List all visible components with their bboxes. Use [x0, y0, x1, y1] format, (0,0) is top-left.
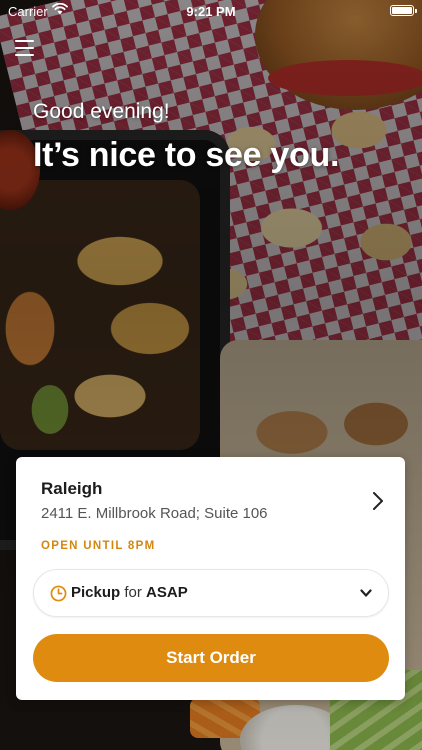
order-mode-selector[interactable]: Pickup for ASAP: [33, 569, 389, 617]
location-name: Raleigh: [41, 479, 103, 498]
battery-icon: [390, 5, 417, 16]
clock-time: 9:21 PM: [186, 4, 236, 19]
clock-icon: [50, 585, 67, 602]
status-bar: Carrier 9:21 PM: [0, 0, 422, 22]
greeting-text: Good evening!: [33, 100, 170, 123]
welcome-headline: It’s nice to see you.: [33, 136, 340, 174]
location-address: 2411 E. Millbrook Road; Suite 106: [41, 505, 268, 522]
order-mode-time: ASAP: [146, 584, 188, 601]
start-order-button[interactable]: Start Order: [33, 634, 389, 682]
order-mode-connector: for: [124, 584, 142, 601]
chevron-down-icon: [360, 589, 372, 597]
order-mode-type: Pickup: [71, 584, 121, 601]
order-mode-text: Pickup for ASAP: [71, 584, 188, 601]
chevron-right-icon: [373, 492, 383, 510]
hamburger-menu-icon[interactable]: [15, 40, 35, 57]
location-selector[interactable]: Raleigh 2411 E. Millbrook Road; Suite 10…: [41, 479, 387, 529]
open-hours-label: OPEN UNTIL 8PM: [41, 540, 156, 552]
order-card: Raleigh 2411 E. Millbrook Road; Suite 10…: [16, 457, 405, 700]
